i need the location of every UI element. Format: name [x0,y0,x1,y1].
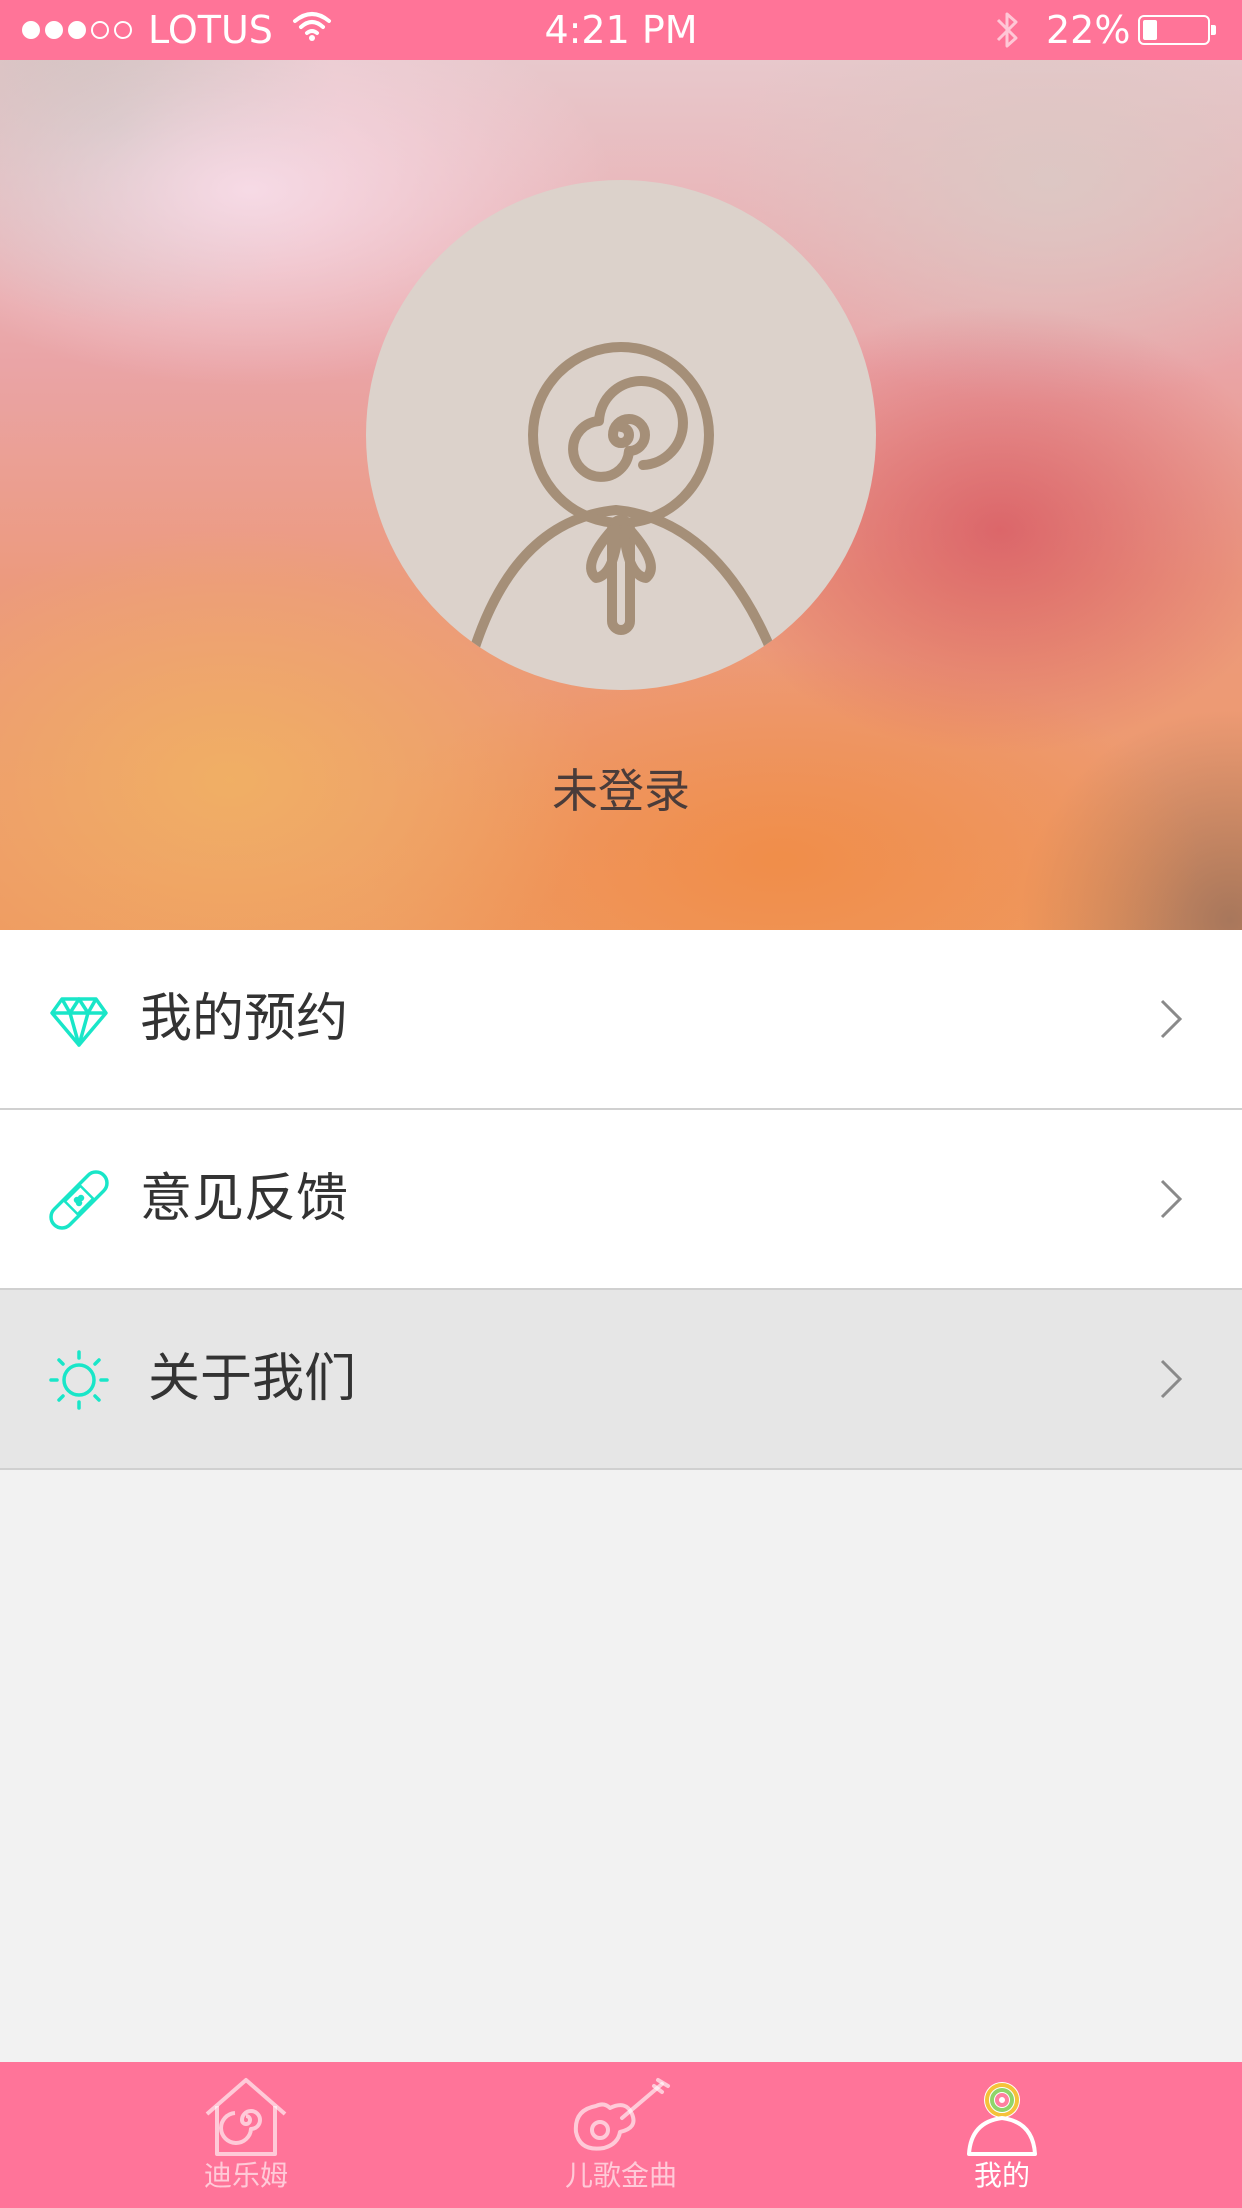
menu-item-label: 我的预约 [140,989,349,1049]
tab-mine[interactable]: 我的 [852,2062,1152,2208]
tab-label: 迪乐姆 [203,2159,288,2192]
chevron-right-icon [1160,1179,1183,1219]
battery-percent: 22% [1046,8,1131,52]
avatar[interactable] [366,180,876,690]
status-bar: LOTUS 4:21 PM 22% [0,0,1242,60]
chevron-right-icon [1160,1359,1183,1399]
chevron-right-icon [1160,999,1183,1039]
violin-icon [573,2078,670,2151]
profile-icon [967,2082,1037,2156]
bandage-icon [49,1170,109,1230]
tab-home[interactable]: 迪乐姆 [96,2062,396,2208]
menu-item-about-us[interactable]: 关于我们 [0,1290,1242,1470]
lollipop-avatar-icon [469,342,776,655]
tab-label: 我的 [973,2159,1030,2192]
menu-list: 我的预约 意见反馈 关于我们 [0,930,1242,1470]
login-status[interactable]: 未登录 [0,755,1242,821]
tab-bar: 迪乐姆 儿歌金曲 我的 [0,2062,1242,2208]
tab-label: 儿歌金曲 [564,2159,677,2192]
menu-item-feedback[interactable]: 意见反馈 [0,1110,1242,1290]
house-icon [205,2078,287,2156]
diamond-icon [50,997,108,1047]
menu-item-my-appointments[interactable]: 我的预约 [0,930,1242,1110]
bluetooth-icon [996,12,1018,48]
sun-icon [49,1350,109,1410]
menu-item-label: 意见反馈 [140,1169,349,1229]
profile-header: 未登录 [0,60,1242,930]
battery-icon [1138,15,1216,45]
menu-item-label: 关于我们 [148,1349,357,1409]
tab-songs[interactable]: 儿歌金曲 [471,2062,771,2208]
